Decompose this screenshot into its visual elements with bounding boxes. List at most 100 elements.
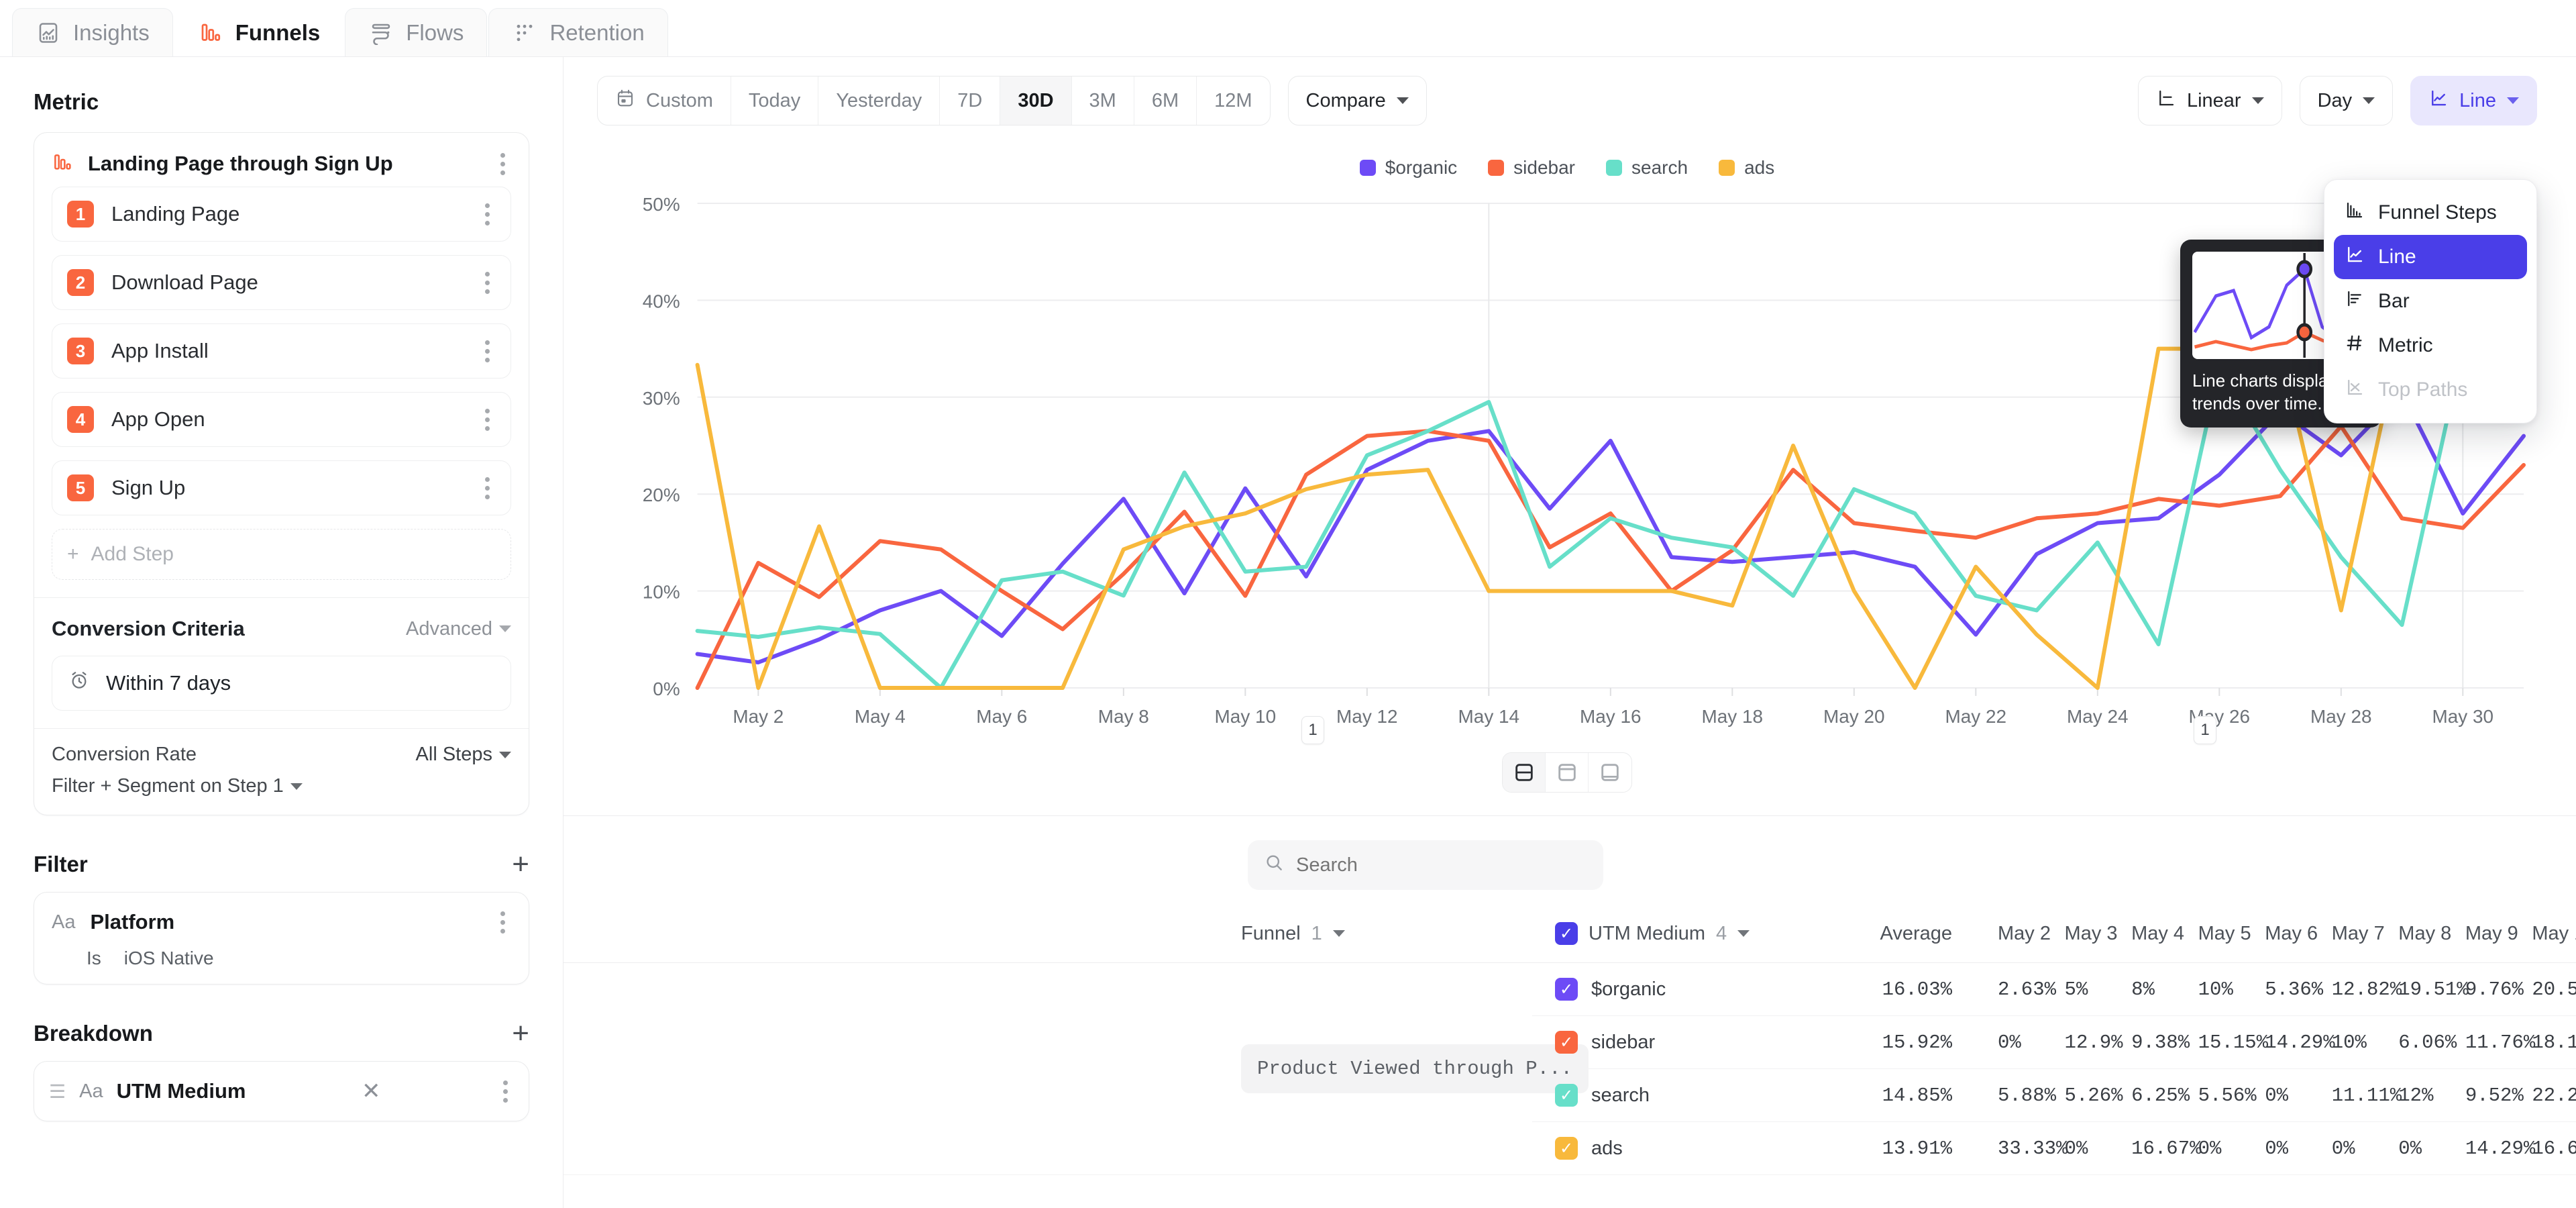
search-icon [1264, 852, 1284, 878]
filter-segment-dropdown[interactable]: Filter + Segment on Step 1 [34, 771, 529, 815]
dimension-cell: ✓ $organic [1532, 963, 1821, 1016]
conversion-window-field[interactable]: Within 7 days [52, 656, 511, 711]
step-menu-button[interactable] [478, 201, 496, 228]
breakdown-menu-button[interactable] [496, 1078, 514, 1105]
row-checkbox[interactable]: ✓ [1555, 978, 1578, 1001]
chart-type-selector[interactable]: Line [2410, 76, 2537, 125]
svg-text:May 4: May 4 [855, 706, 906, 727]
range-12m[interactable]: 12M [1197, 77, 1269, 125]
range-3m[interactable]: 3M [1072, 77, 1134, 125]
search-box[interactable] [1248, 840, 1603, 890]
row-checkbox[interactable]: ✓ [1555, 1031, 1578, 1054]
chart-only-view-button[interactable] [1546, 753, 1589, 792]
funnels-icon [52, 152, 73, 177]
header-date[interactable]: May 3 [2042, 910, 2109, 963]
conversion-rate-dropdown[interactable]: All Steps [416, 744, 511, 766]
range-7d[interactable]: 7D [940, 77, 1000, 125]
tab-flows[interactable]: Flows [345, 8, 487, 56]
average-cell: 16.03% [1821, 963, 1975, 1016]
funnel-step-5[interactable]: 5 Sign Up [52, 460, 511, 515]
filter-card-platform[interactable]: Aa Platform Is iOS Native [34, 892, 529, 985]
menu-item-label: Metric [2378, 334, 2433, 357]
menu-item-bar[interactable]: Bar [2334, 279, 2527, 323]
menu-item-line[interactable]: Line [2334, 235, 2527, 279]
range-today[interactable]: Today [731, 77, 818, 125]
funnel-step-1[interactable]: 1 Landing Page [52, 187, 511, 242]
compare-button[interactable]: Compare [1288, 76, 1427, 125]
conversion-criteria-header: Conversion Criteria Advanced [34, 598, 529, 646]
table-row[interactable]: Product Viewed through P... ✓ $organic 1… [564, 963, 2576, 1016]
menu-item-funnel-steps[interactable]: Funnel Steps [2334, 191, 2527, 235]
funnel-step-3[interactable]: 3 App Install [52, 323, 511, 379]
chart-annotation-2[interactable]: 1 [2194, 716, 2216, 744]
value-cell: 5.36% [2242, 963, 2309, 1016]
header-date[interactable]: May 8 [2375, 910, 2443, 963]
step-menu-button[interactable] [478, 406, 496, 433]
chart-annotation-1[interactable]: 1 [1301, 716, 1324, 744]
add-filter-button[interactable]: + [512, 853, 529, 876]
value-cell: 0% [1975, 1016, 2042, 1069]
split-view-button[interactable] [1503, 753, 1546, 792]
remove-breakdown-icon[interactable]: ✕ [362, 1080, 381, 1103]
value-cell: 8% [2108, 963, 2176, 1016]
header-average[interactable]: Average [1821, 910, 1975, 963]
header-date[interactable]: May 6 [2242, 910, 2309, 963]
step-label: App Open [111, 407, 205, 432]
top-paths-icon [2345, 377, 2365, 403]
row-checkbox[interactable]: ✓ [1555, 1084, 1578, 1107]
table-only-view-button[interactable] [1589, 753, 1631, 792]
tab-retention[interactable]: Retention [488, 8, 667, 56]
range-yesterday[interactable]: Yesterday [818, 77, 940, 125]
line-chart-icon [2345, 244, 2365, 270]
header-dimension[interactable]: ✓ UTM Medium 4 [1532, 910, 1821, 963]
header-funnel[interactable]: Funnel 1 [564, 910, 1532, 963]
tab-funnels[interactable]: Funnels [174, 8, 344, 56]
header-date[interactable]: May 2 [1975, 910, 2042, 963]
legend-item-search[interactable]: search [1606, 157, 1688, 179]
tab-label: Flows [406, 20, 464, 46]
legend-swatch [1360, 160, 1376, 176]
main-panel: Custom Today Yesterday 7D 30D 3M 6M 12M … [564, 56, 2576, 1208]
legend-item-sidebar[interactable]: sidebar [1488, 157, 1575, 179]
svg-text:May 24: May 24 [2067, 706, 2129, 727]
add-step-button[interactable]: + Add Step [52, 529, 511, 580]
menu-item-top-paths: Top Paths [2334, 368, 2527, 412]
scale-selector[interactable]: Linear [2138, 76, 2282, 125]
header-date[interactable]: May 4 [2108, 910, 2176, 963]
range-6m[interactable]: 6M [1134, 77, 1197, 125]
range-custom[interactable]: Custom [598, 77, 731, 125]
header-date[interactable]: May 9 [2443, 910, 2510, 963]
retention-icon [512, 20, 537, 46]
funnel-menu-button[interactable] [494, 150, 511, 177]
funnel-step-2[interactable]: 2 Download Page [52, 255, 511, 310]
filter-menu-button[interactable] [494, 909, 511, 936]
step-menu-button[interactable] [478, 474, 496, 501]
table-head: Funnel 1 ✓ UTM Medium 4 [564, 910, 2576, 963]
drag-handle-icon[interactable]: ☰ [49, 1080, 66, 1103]
legend-item-ads[interactable]: ads [1719, 157, 1774, 179]
step-menu-button[interactable] [478, 338, 496, 364]
advanced-dropdown[interactable]: Advanced [406, 618, 511, 640]
add-breakdown-button[interactable]: + [512, 1022, 529, 1045]
svg-text:May 10: May 10 [1215, 706, 1277, 727]
row-checkbox[interactable]: ✓ [1555, 1137, 1578, 1160]
dimension-name: $organic [1591, 978, 1666, 1001]
range-30d[interactable]: 30D [1000, 77, 1071, 125]
legend-item-organic[interactable]: $organic [1360, 157, 1457, 179]
breakdown-card-utm-medium[interactable]: ☰ Aa UTM Medium ✕ [34, 1061, 529, 1121]
step-menu-button[interactable] [478, 269, 496, 296]
menu-item-metric[interactable]: Metric [2334, 323, 2527, 368]
header-date[interactable]: May 7 [2309, 910, 2376, 963]
bar-chart-icon [2345, 289, 2365, 314]
granularity-selector[interactable]: Day [2300, 76, 2394, 125]
funnel-step-4[interactable]: 4 App Open [52, 392, 511, 447]
header-dimension-count: 4 [1716, 923, 1727, 945]
header-date[interactable]: May 10 [2509, 910, 2576, 963]
tab-insights[interactable]: Insights [12, 8, 173, 56]
legend-swatch [1606, 160, 1622, 176]
filter-row-bottom: Is iOS Native [52, 948, 511, 969]
breakdown-section-header: Breakdown + [34, 1021, 529, 1046]
header-date[interactable]: May 5 [2176, 910, 2243, 963]
select-all-checkbox[interactable]: ✓ [1555, 922, 1578, 945]
search-input[interactable] [1296, 854, 1587, 876]
